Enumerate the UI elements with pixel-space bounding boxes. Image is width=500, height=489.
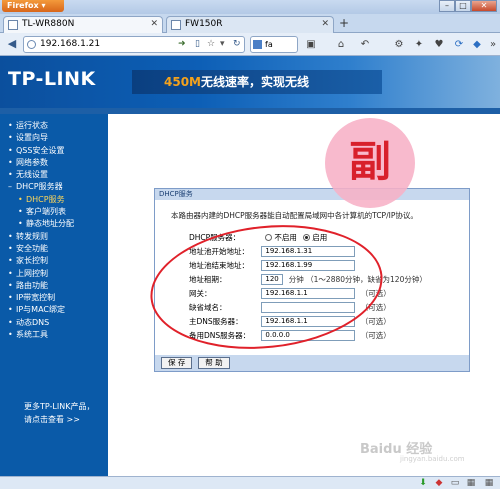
dns2-optional-note: （可选） bbox=[360, 331, 391, 340]
reload-icon[interactable]: ↻ bbox=[233, 38, 241, 50]
sidebar-item-routing[interactable]: • 路由功能 bbox=[8, 280, 108, 292]
status-bar: ⬇ ◆ ▭ ▦ ▦ bbox=[0, 476, 500, 489]
page-favicon-icon bbox=[8, 20, 18, 30]
sidebar-menu: • 运行状态 • 设置向导 • QSS安全设置 • 网络参数 • 无线设置 – DHCP服务… bbox=[0, 114, 108, 476]
window-icon[interactable]: ▭ bbox=[450, 478, 460, 488]
sidebar-item-access-control[interactable]: • 上网控制 bbox=[8, 268, 108, 280]
tab-label: TL-WR880N bbox=[22, 19, 75, 29]
dns1-optional-note: （可选） bbox=[360, 317, 391, 326]
more-products-line2: 请点击查看 >> bbox=[24, 415, 80, 424]
baidu-watermark-url: jingyan.baidu.com bbox=[400, 455, 465, 463]
tab-fw150r[interactable]: FW150R ✕ bbox=[166, 16, 334, 33]
sidebar-item-forwarding[interactable]: • 转发规则 bbox=[8, 231, 108, 243]
sidebar-item-network[interactable]: • 网络参数 bbox=[8, 157, 108, 169]
gear-icon[interactable]: ⚙ bbox=[392, 38, 406, 51]
button-row: 保 存 帮 助 bbox=[155, 355, 469, 371]
sidebar-item-bandwidth[interactable]: • IP带宽控制 bbox=[8, 292, 108, 304]
intro-text: 本路由器内建的DHCP服务器能自动配置局域网中各计算机的TCP/IP协议。 bbox=[171, 211, 418, 220]
search-engine-icon bbox=[253, 40, 262, 49]
router-admin-page: TP-LINK 450M无线速率，实现无线 • 运行状态 • 设置向导 • QSS安全… bbox=[0, 56, 500, 476]
tab-tl-wr880n[interactable]: TL-WR880N ✕ bbox=[3, 16, 163, 33]
search-input[interactable]: fa bbox=[250, 36, 298, 53]
tab-close-icon[interactable]: ✕ bbox=[150, 17, 158, 32]
page-favicon-icon bbox=[171, 20, 181, 30]
tabs-icon[interactable]: ▦ bbox=[466, 478, 476, 488]
help-button[interactable]: 帮 助 bbox=[198, 357, 230, 369]
menu-icon[interactable]: » bbox=[486, 38, 500, 51]
minimize-button[interactable]: – bbox=[439, 0, 455, 12]
tp-link-logo: TP-LINK bbox=[8, 68, 96, 90]
navigation-bar: ◀ 192.168.1.21 ➜ ▯ ☆ ▾ ↻ fa ▣ ⌂ ↶ ⚙ ✦ ♥ … bbox=[0, 33, 500, 56]
dropdown-arrow-icon[interactable]: ▾ bbox=[220, 38, 225, 50]
heart-icon[interactable]: ♥ bbox=[432, 38, 446, 51]
globe-icon bbox=[27, 40, 36, 49]
firefox-menu-label: Firefox bbox=[7, 1, 39, 10]
sidebar-item-qss[interactable]: • QSS安全设置 bbox=[8, 145, 108, 157]
slogan-text: 无线速率，实现无线 bbox=[201, 75, 310, 89]
tab-close-icon[interactable]: ✕ bbox=[321, 17, 329, 32]
undo-icon[interactable]: ↶ bbox=[358, 38, 372, 51]
banner: TP-LINK 450M无线速率，实现无线 bbox=[0, 56, 500, 108]
sidebar-item-static-address[interactable]: • 静态地址分配 bbox=[8, 218, 108, 230]
window-controls: – □ ✕ bbox=[439, 0, 497, 12]
panel-title: DHCP服务 bbox=[155, 189, 469, 200]
sidebar-item-dhcp-service[interactable]: • DHCP服务 bbox=[8, 194, 108, 206]
download-icon[interactable]: ⬇ bbox=[418, 478, 428, 488]
more-products-line1: 更多TP-LINK产品， bbox=[24, 402, 95, 411]
go-arrow-icon[interactable]: ➜ bbox=[178, 38, 186, 50]
search-text: fa bbox=[265, 40, 273, 49]
sync-icon[interactable]: ⟳ bbox=[452, 38, 466, 51]
sidebar-item-client-list[interactable]: • 客户端列表 bbox=[8, 206, 108, 218]
mobile-icon[interactable]: ▯ bbox=[195, 38, 200, 50]
addon-icon[interactable]: ✦ bbox=[412, 38, 426, 51]
slogan-highlight: 450M bbox=[164, 75, 201, 89]
url-text: 192.168.1.21 bbox=[40, 39, 101, 49]
banner-slogan: 450M无线速率，实现无线 bbox=[132, 70, 382, 94]
sidebar-item-parental[interactable]: • 家长控制 bbox=[8, 255, 108, 267]
sidebar-item-wizard[interactable]: • 设置向导 bbox=[8, 132, 108, 144]
shield-icon[interactable]: ◆ bbox=[434, 478, 444, 488]
more-products-link[interactable]: 更多TP-LINK产品， 请点击查看 >> bbox=[24, 400, 94, 426]
firefox-menu-button[interactable]: Firefox ▾ bbox=[2, 0, 64, 12]
sidebar-item-ip-mac[interactable]: • IP与MAC绑定 bbox=[8, 304, 108, 316]
back-arrow-icon[interactable]: ◀ bbox=[4, 37, 20, 52]
sidebar-item-dhcp-server[interactable]: – DHCP服务器 bbox=[8, 181, 108, 193]
sidebar-item-system-tools[interactable]: • 系统工具 bbox=[8, 329, 108, 341]
title-bar: Firefox ▾ – □ ✕ bbox=[0, 0, 500, 14]
new-tab-button[interactable]: + bbox=[337, 17, 351, 31]
bookmark-star-icon[interactable]: ☆ bbox=[207, 38, 215, 50]
screenshot-icon[interactable]: ▣ bbox=[304, 38, 318, 51]
grid-icon[interactable]: ▦ bbox=[484, 478, 494, 488]
sidebar-item-wireless[interactable]: • 无线设置 bbox=[8, 169, 108, 181]
sidebar-item-security[interactable]: • 安全功能 bbox=[8, 243, 108, 255]
home-icon[interactable]: ⌂ bbox=[334, 38, 348, 51]
tab-bar: TL-WR880N ✕ FW150R ✕ + bbox=[0, 14, 500, 33]
sidebar-item-ddns[interactable]: • 动态DNS bbox=[8, 317, 108, 329]
stamp-badge: 副 bbox=[325, 118, 415, 208]
tab-label: FW150R bbox=[185, 19, 223, 29]
maximize-button[interactable]: □ bbox=[455, 0, 471, 12]
save-button[interactable]: 保 存 bbox=[161, 357, 193, 369]
close-window-button[interactable]: ✕ bbox=[471, 0, 497, 12]
sidebar-item-status[interactable]: • 运行状态 bbox=[8, 120, 108, 132]
extension-icon[interactable]: ◆ bbox=[470, 38, 484, 51]
